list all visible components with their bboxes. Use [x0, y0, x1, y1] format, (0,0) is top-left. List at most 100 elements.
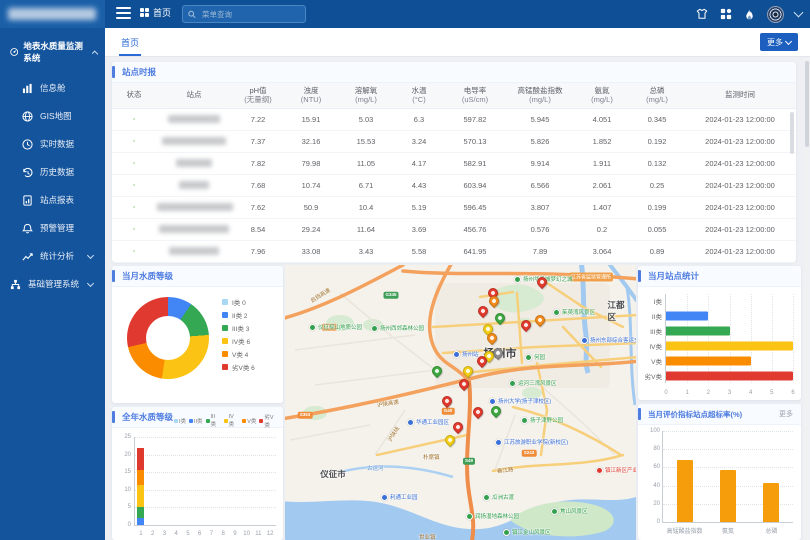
month-grade-panel: 当月水质等级 I类 0II类 2III类 3IV类 6V类 4劣V类 6 [112, 266, 283, 403]
map-poi: 镇江金山风景区 [503, 528, 551, 536]
more-button-label: 更多 [767, 37, 783, 48]
tab-home[interactable]: 首页 [121, 28, 139, 56]
gis-map[interactable]: 扬州市仪征市江都区启扬高速沪陕高速沪陕线春江路古运河朴席镇世业镇G345S326… [285, 265, 636, 540]
y-category-label: IV类 [640, 341, 662, 351]
search-icon [188, 10, 196, 19]
table-row[interactable]: 7.6810.746.714.43603.946.5662.0610.25202… [112, 174, 796, 196]
legend-item-V类[interactable]: V类 4 [222, 347, 255, 360]
legend-item-IV类[interactable]: IV类 [224, 413, 240, 429]
user-menu-chevron-icon[interactable] [794, 8, 804, 18]
trend-icon [22, 251, 33, 262]
map-poi: 江苏旅游职业学院(新校区) [495, 438, 568, 446]
legend-item-II类[interactable]: II类 [189, 413, 203, 429]
cell-value: 7.22 [232, 108, 284, 130]
more-button[interactable]: 更多 [760, 33, 798, 51]
legend-label: V类 4 [232, 349, 248, 359]
cell-value: 29.24 [284, 218, 338, 240]
station-table-head: 状态站点pH值(无量纲)浊度(NTU)溶解氧(mg/L)水温(°C)电导率(uS… [112, 83, 796, 108]
topbar-home-link[interactable]: 首页 [140, 6, 171, 19]
map-poi: 镇江新区产业园区 [596, 466, 636, 474]
x-category-label: 总磷 [765, 526, 777, 535]
poi-label: 何园 [534, 353, 545, 361]
cell-value: 4.051 [574, 108, 630, 130]
table-row[interactable]: 7.2215.915.036.3597.825.9454.0510.345202… [112, 108, 796, 130]
cell-value: 582.91 [444, 152, 506, 174]
sidebar-item-预警管理[interactable]: 预警管理 [0, 214, 105, 242]
legend-swatch [222, 299, 228, 305]
poi-label: 扬州大学(扬子津校区) [498, 397, 551, 405]
legend-item-I类[interactable]: I类 0 [222, 295, 255, 308]
road-shield: G345 [383, 292, 398, 299]
sidebar-item-实时数据[interactable]: 实时数据 [0, 130, 105, 158]
sidebar-system-title[interactable]: 地表水质量监测系统 [0, 28, 105, 74]
station-report-panel: 站点时报 状态站点pH值(无量纲)浊度(NTU)溶解氧(mg/L)水温(°C)电… [112, 62, 796, 262]
menu-toggle-icon[interactable] [116, 7, 131, 20]
legend-item-III类[interactable]: III类 [206, 413, 221, 429]
sidebar-item-历史数据[interactable]: 历史数据 [0, 158, 105, 186]
legend-item-V类[interactable]: V类 [242, 413, 256, 429]
table-row[interactable]: 7.8279.9811.054.17582.919.9141.9110.1322… [112, 152, 796, 174]
sidebar-item-基础管理系统[interactable]: 基础管理系统 [0, 270, 105, 298]
legend-item-劣V类[interactable]: 劣V类 6 [222, 360, 255, 373]
x-tick-label: 5 [770, 390, 773, 396]
station-name-redacted [168, 115, 220, 123]
road-shield: S49 [463, 458, 475, 465]
column-header: 水温(°C) [394, 83, 444, 108]
bar-V类 [666, 356, 751, 365]
logo-zone [0, 0, 105, 28]
legend-swatch [222, 351, 228, 357]
search-input[interactable] [200, 9, 300, 20]
x-tick-label: 0 [664, 390, 667, 396]
table-row[interactable]: 8.5429.2411.643.69456.760.5760.20.055202… [112, 218, 796, 240]
cell-value: 32.16 [284, 130, 338, 152]
legend-item-I类[interactable]: I类 [174, 413, 186, 429]
legend-item-IV类[interactable]: IV类 6 [222, 334, 255, 347]
cell-time: 2024-01-23 12:00:00 [684, 108, 796, 130]
legend-item-II类[interactable]: II类 2 [222, 308, 255, 321]
theme-skin-icon[interactable] [695, 8, 708, 21]
map-road-label: 世业镇 [419, 533, 436, 540]
x-tick-label: 4 [749, 390, 752, 396]
gridline [135, 472, 276, 473]
cell-value: 6.566 [506, 174, 574, 196]
table-row[interactable]: 7.6250.910.45.19596.453.8071.4070.199202… [112, 196, 796, 218]
cell-value: 7.68 [232, 174, 284, 196]
legend-item-III类[interactable]: III类 3 [222, 321, 255, 334]
cell-value: 33.08 [284, 240, 338, 262]
legend-item-劣V类[interactable]: 劣V类 [259, 413, 279, 429]
cell-time: 2024-01-23 12:00:00 [684, 152, 796, 174]
user-avatar[interactable] [767, 6, 784, 23]
cell-value: 603.94 [444, 174, 506, 196]
poi-icon [466, 513, 473, 520]
y-tick-label: 15 [119, 469, 131, 475]
menu-search[interactable] [182, 5, 306, 23]
table-row[interactable]: 7.3732.1615.533.24570.135.8261.8520.1922… [112, 130, 796, 152]
y-tick-label: 100 [646, 428, 660, 434]
legend-swatch [222, 325, 228, 331]
sidebar-item-信息舱[interactable]: 信息舱 [0, 74, 105, 102]
poi-label: 镇江新区产业园区 [605, 466, 636, 474]
exceed-more-link[interactable]: 更多 [779, 409, 793, 419]
app-root: 首页 地表水质量监测系统 信息舱GIS地图实时数据历史数据站点报表预 [0, 0, 810, 540]
sidebar-item-label: 统计分析 [40, 250, 74, 262]
layout-icon[interactable] [719, 8, 732, 21]
cell-time: 2024-01-23 12:00:00 [684, 240, 796, 262]
table-row[interactable]: 7.9633.083.435.58641.957.893.0640.892024… [112, 240, 796, 262]
segment-劣V类 [137, 448, 144, 470]
cell-value: 0.345 [630, 108, 684, 130]
map-poi: 运河三湾风景区 [509, 379, 557, 387]
station-table-title: 站点时报 [122, 66, 156, 78]
sidebar-item-GIS地图[interactable]: GIS地图 [0, 102, 105, 130]
sidebar-item-站点报表[interactable]: 站点报表 [0, 186, 105, 214]
sidebar-item-统计分析[interactable]: 统计分析 [0, 242, 105, 270]
x-tick-label: 4 [174, 531, 177, 537]
table-scrollbar[interactable] [790, 112, 794, 154]
column-header: 氨氮(mg/L) [574, 83, 630, 108]
map-poi: 瓜洲古渡 [483, 493, 514, 501]
bar-II类 [666, 312, 708, 321]
bar-row-V类 [666, 353, 793, 368]
flame-icon[interactable] [743, 8, 756, 21]
poi-label: 扬州东部综合客运交通中心 [590, 336, 636, 344]
scrollbar-thumb[interactable] [805, 61, 809, 147]
column-header: pH值(无量纲) [232, 83, 284, 108]
